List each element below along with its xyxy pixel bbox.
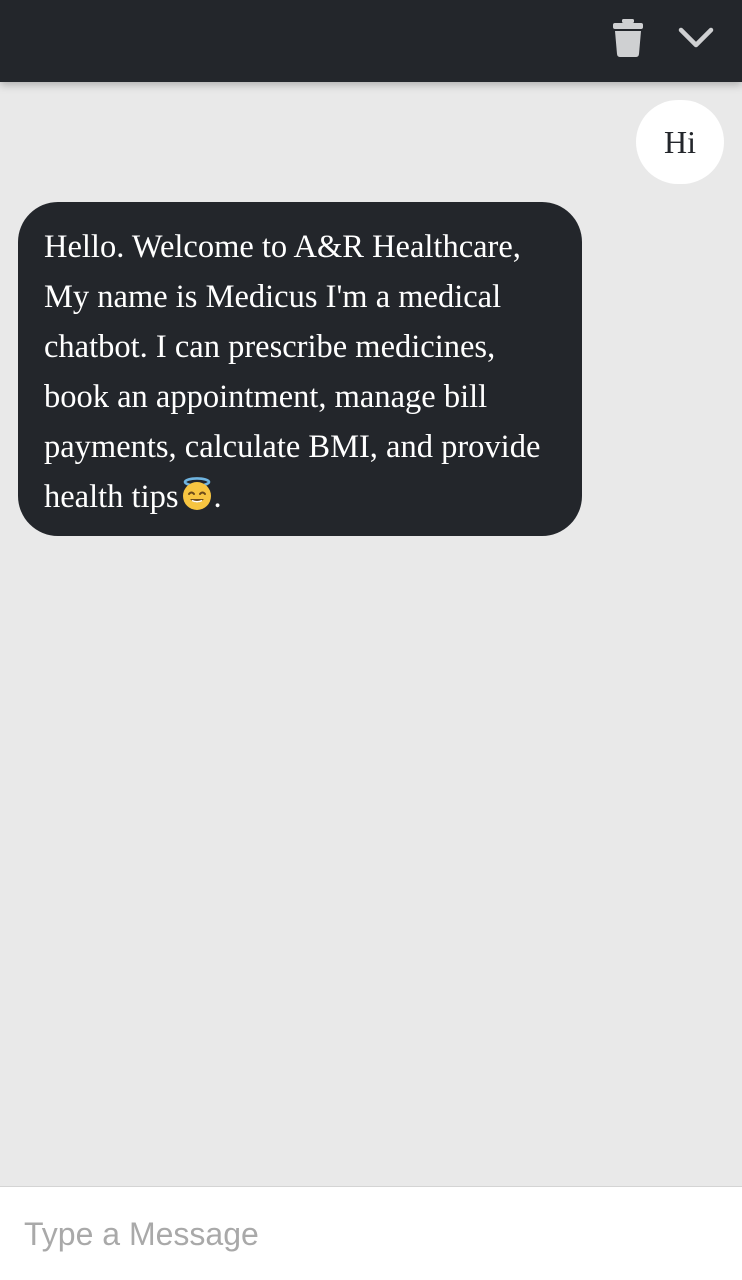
user-message: Hi [636,100,724,184]
message-composer [0,1186,742,1280]
bot-message-text: Hello. Welcome to A&R Healthcare, My nam… [44,229,541,515]
trash-icon [613,19,643,57]
chat-header [0,0,742,82]
chat-app: Hi Hello. Welcome to A&R Healthcare, My … [0,0,742,1280]
bot-message: Hello. Welcome to A&R Healthcare, My nam… [18,202,582,536]
chevron-down-icon [678,27,714,48]
user-message-text: Hi [664,123,696,160]
message-input[interactable] [24,1207,714,1261]
collapse-chat-button[interactable] [674,16,718,60]
smiling-face-with-halo-icon [182,477,211,510]
message-list[interactable]: Hi Hello. Welcome to A&R Healthcare, My … [0,82,742,1186]
bot-message-trailing: . [213,479,222,515]
clear-chat-button[interactable] [606,16,650,60]
